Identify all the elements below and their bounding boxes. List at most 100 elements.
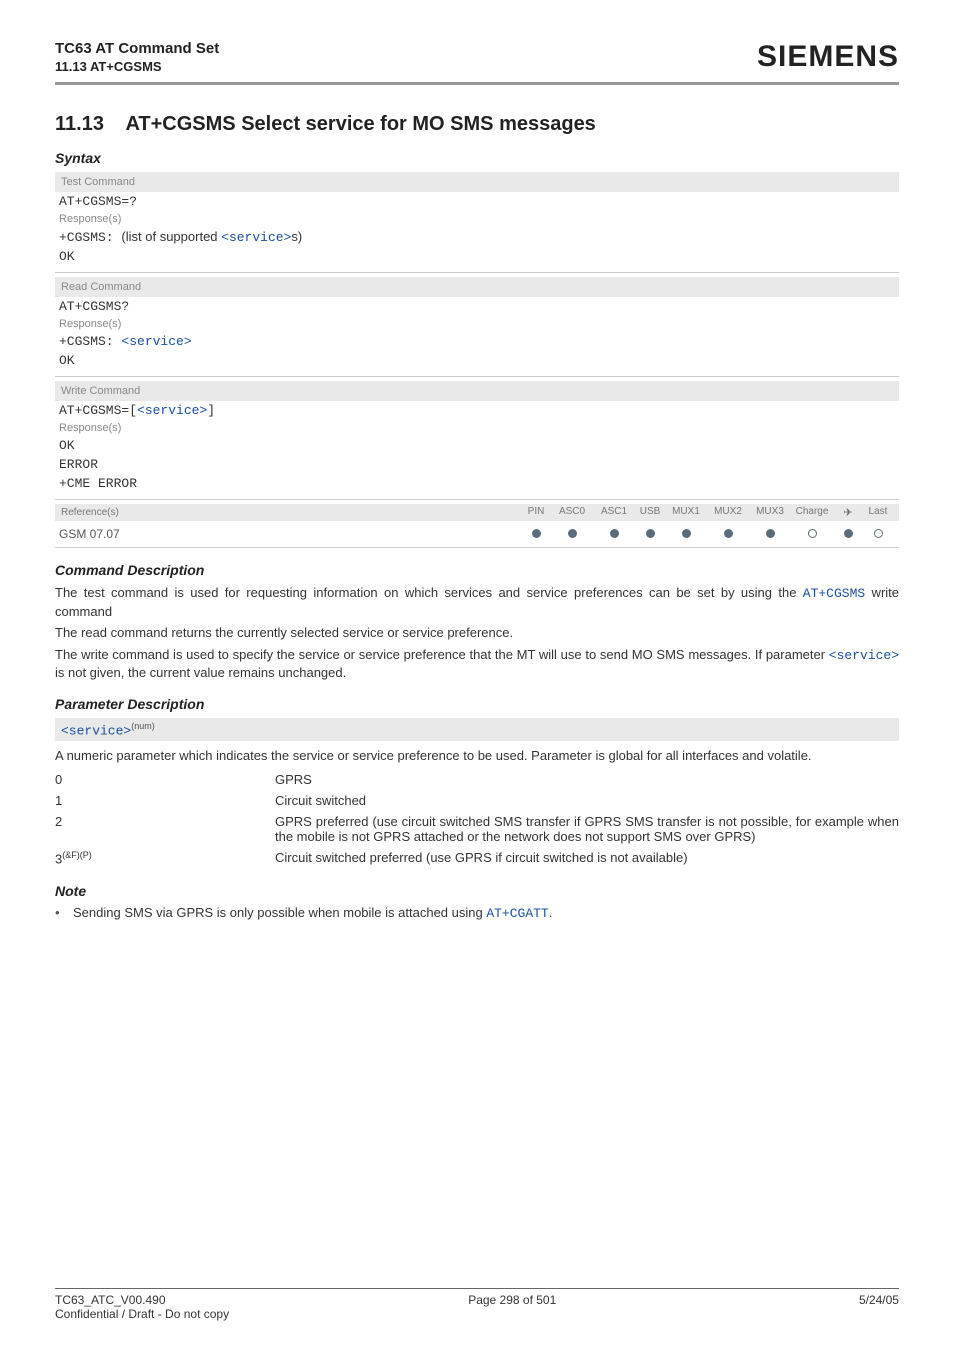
- dot-filled-icon: [646, 529, 655, 538]
- param-desc-heading: Parameter Description: [55, 696, 899, 712]
- ref-value-dot: [593, 527, 635, 541]
- ref-value-dot: [863, 527, 893, 541]
- response-label: Response(s): [55, 316, 899, 332]
- test-command-text: AT+CGSMS=?: [55, 192, 899, 211]
- cmd-prefix: AT+CGSMS=[: [59, 403, 137, 418]
- write-response-cme: +CME ERROR: [55, 474, 899, 493]
- note-b: .: [549, 905, 553, 920]
- service-link[interactable]: <service>: [137, 403, 207, 418]
- separator: [55, 499, 899, 500]
- param-name-box: <service>(num): [55, 718, 899, 741]
- read-response-ok: OK: [55, 351, 899, 370]
- col-asc0: ASC0: [551, 506, 593, 519]
- service-link[interactable]: <service>: [121, 334, 191, 349]
- response-label: Response(s): [55, 211, 899, 227]
- resp-mid2: s): [291, 229, 302, 244]
- write-command-block: Write Command AT+CGSMS=[<service>] Respo…: [55, 381, 899, 493]
- col-airplane-icon: ✈: [833, 506, 863, 519]
- col-mux2: MUX2: [707, 506, 749, 519]
- cmd-desc-p2: The read command returns the currently s…: [55, 624, 899, 642]
- param-key: 2: [55, 811, 275, 847]
- dot-empty-icon: [808, 529, 817, 538]
- separator: [55, 376, 899, 377]
- siemens-logo: SIEMENS: [757, 40, 899, 74]
- param-key: 3(&F)(P): [55, 847, 275, 869]
- ref-value-dot: [635, 527, 665, 541]
- section-heading: AT+CGSMS Select service for MO SMS messa…: [125, 113, 595, 135]
- ref-value-dot: [707, 527, 749, 541]
- param-row: 2GPRS preferred (use circuit switched SM…: [55, 811, 899, 847]
- separator: [55, 272, 899, 273]
- param-row: 3(&F)(P)Circuit switched preferred (use …: [55, 847, 899, 869]
- read-command-label: Read Command: [55, 277, 899, 297]
- footer-center: Page 298 of 501: [468, 1293, 556, 1307]
- col-usb: USB: [635, 506, 665, 519]
- resp-prefix: +CGSMS:: [59, 334, 121, 349]
- atcgatt-link[interactable]: AT+CGATT: [486, 906, 548, 921]
- reference-value-label: GSM 07.07: [59, 527, 521, 541]
- param-value: GPRS preferred (use circuit switched SMS…: [275, 811, 899, 847]
- header-divider: [55, 82, 899, 85]
- footer-left2: Confidential / Draft - Do not copy: [55, 1307, 899, 1321]
- param-sup: (num): [131, 721, 155, 731]
- read-response-1: +CGSMS: <service>: [55, 332, 899, 351]
- col-pin: PIN: [521, 506, 551, 519]
- note-bullet: • Sending SMS via GPRS is only possible …: [55, 905, 899, 921]
- read-command-block: Read Command AT+CGSMS? Response(s) +CGSM…: [55, 277, 899, 370]
- dot-filled-icon: [610, 529, 619, 538]
- separator: [55, 547, 899, 548]
- ref-value-dot: [521, 527, 551, 541]
- param-value: GPRS: [275, 769, 899, 790]
- dot-filled-icon: [844, 529, 853, 538]
- note-a: Sending SMS via GPRS is only possible wh…: [73, 905, 486, 920]
- reference-value-row: GSM 07.07: [55, 521, 899, 543]
- write-command-text: AT+CGSMS=[<service>]: [55, 401, 899, 420]
- col-last: Last: [863, 506, 893, 519]
- cmd-suffix: ]: [207, 403, 215, 418]
- cmd-desc-heading: Command Description: [55, 562, 899, 578]
- page-footer: TC63_ATC_V00.490 Page 298 of 501 5/24/05…: [55, 1288, 899, 1321]
- write-response-ok: OK: [55, 436, 899, 455]
- p3b: is not given, the current value remains …: [55, 665, 346, 680]
- read-command-text: AT+CGSMS?: [55, 297, 899, 316]
- header-text: TC63 AT Command Set 11.13 AT+CGSMS: [55, 40, 219, 74]
- page-header: TC63 AT Command Set 11.13 AT+CGSMS SIEME…: [55, 40, 899, 74]
- reference-cols: PIN ASC0 ASC1 USB MUX1 MUX2 MUX3 Charge …: [521, 506, 893, 519]
- service-link[interactable]: <service>: [829, 648, 899, 663]
- dot-filled-icon: [532, 529, 541, 538]
- atcgsms-link[interactable]: AT+CGSMS: [803, 586, 865, 601]
- param-key-sup: (&F)(P): [62, 850, 92, 860]
- param-value: Circuit switched: [275, 790, 899, 811]
- col-charge: Charge: [791, 506, 833, 519]
- footer-left1: TC63_ATC_V00.490: [55, 1293, 166, 1307]
- cmd-desc-p1: The test command is used for requesting …: [55, 584, 899, 620]
- resp-prefix: +CGSMS:: [59, 230, 121, 245]
- ref-value-dot: [833, 527, 863, 541]
- param-row: 1Circuit switched: [55, 790, 899, 811]
- ref-value-dot: [551, 527, 593, 541]
- note-text: Sending SMS via GPRS is only possible wh…: [73, 905, 552, 921]
- param-name[interactable]: <service>: [61, 723, 131, 738]
- write-command-label: Write Command: [55, 381, 899, 401]
- p1a: The test command is used for requesting …: [55, 585, 803, 600]
- resp-mid1: (list of supported: [121, 229, 221, 244]
- param-key: 1: [55, 790, 275, 811]
- test-response-1: +CGSMS: (list of supported <service>s): [55, 227, 899, 247]
- reference-value-cols: [521, 527, 893, 541]
- dot-empty-icon: [874, 529, 883, 538]
- section-title: 11.13 AT+CGSMS Select service for MO SMS…: [55, 113, 899, 136]
- ref-value-dot: [791, 527, 833, 541]
- test-command-label: Test Command: [55, 172, 899, 192]
- reference-header-row: Reference(s) PIN ASC0 ASC1 USB MUX1 MUX2…: [55, 504, 899, 521]
- dot-filled-icon: [568, 529, 577, 538]
- col-mux1: MUX1: [665, 506, 707, 519]
- test-command-block: Test Command AT+CGSMS=? Response(s) +CGS…: [55, 172, 899, 266]
- footer-right: 5/24/05: [859, 1293, 899, 1307]
- doc-title: TC63 AT Command Set: [55, 40, 219, 57]
- doc-subtitle: 11.13 AT+CGSMS: [55, 59, 219, 74]
- param-value: Circuit switched preferred (use GPRS if …: [275, 847, 899, 869]
- cmd-desc-p3: The write command is used to specify the…: [55, 646, 899, 682]
- service-link[interactable]: <service>: [221, 230, 291, 245]
- param-table: 0GPRS1Circuit switched2GPRS preferred (u…: [55, 769, 899, 869]
- test-response-ok: OK: [55, 247, 899, 266]
